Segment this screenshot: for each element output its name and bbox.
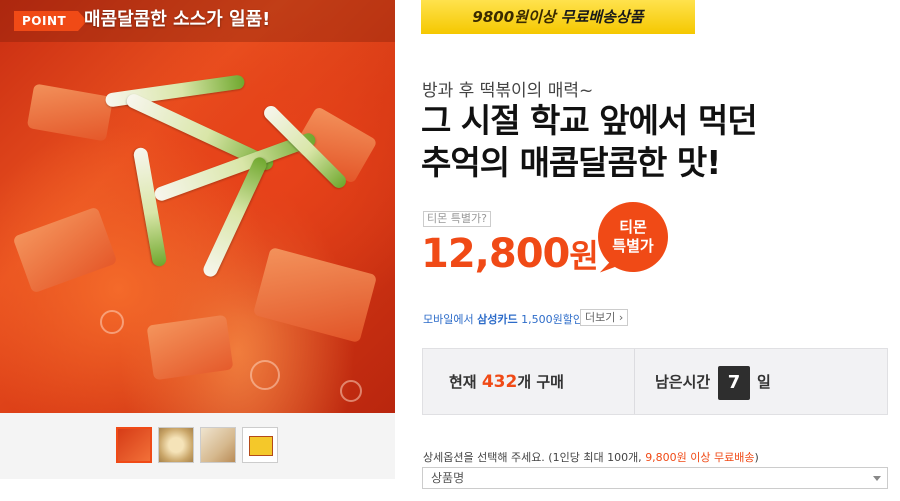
promo-suffix: 1,500원할인! xyxy=(517,313,588,326)
rice-cake-piece xyxy=(146,314,234,381)
deal-status-box: 현재 432개 구매 남은시간 7 일 xyxy=(422,348,888,415)
product-option-select[interactable]: 상품명 xyxy=(422,467,888,489)
promo-card: 삼성카드 xyxy=(477,313,518,326)
price: 12,800원 xyxy=(421,230,599,280)
rice-cake-piece xyxy=(12,206,118,294)
purchase-count-number: 432 xyxy=(481,372,518,392)
remaining-days-unit: 일 xyxy=(757,373,771,391)
special-price-badge: 티몬 특별가 xyxy=(598,202,668,272)
soup-bubble xyxy=(100,310,124,334)
point-text: 매콤달콤한 소스가 일품! xyxy=(84,9,271,30)
status-divider xyxy=(634,349,635,414)
more-button[interactable]: 더보기 › xyxy=(580,309,629,326)
product-title: 그 시절 학교 앞에서 먹던 추억의 매콤달콤한 맛! xyxy=(421,100,758,184)
package-image xyxy=(249,436,273,456)
promo-prefix: 모바일에서 xyxy=(423,313,478,326)
purchase-count-label: 현재 xyxy=(449,373,482,391)
option-note-highlight: 9,800원 이상 무료배송 xyxy=(645,451,755,464)
shipping-banner-prefix: 9800원이상 xyxy=(472,8,561,26)
price-label[interactable]: 티몬 특별가? xyxy=(423,211,491,227)
badge-line-1: 티몬 xyxy=(619,218,647,236)
product-subtitle: 방과 후 떡볶이의 매력~ xyxy=(422,81,594,101)
rice-cake-piece xyxy=(26,83,114,142)
chevron-down-icon xyxy=(873,476,881,481)
rice-cake-piece xyxy=(252,246,378,344)
option-note-suffix: ) xyxy=(754,451,759,464)
option-note-prefix: 상세옵션을 선택해 주세요. (1인당 최대 100개, xyxy=(423,451,646,464)
free-shipping-banner: 9800원이상 무료배송상품 xyxy=(421,0,695,34)
thumbnail-4[interactable] xyxy=(242,427,278,463)
mobile-discount-promo[interactable]: 모바일에서 삼성카드 1,500원할인! xyxy=(423,311,587,327)
thumbnail-2[interactable] xyxy=(158,427,194,463)
product-title-line-2: 추억의 매콤달콤한 맛! xyxy=(421,143,721,182)
price-value: 12,800 xyxy=(421,231,570,277)
badge-line-2: 특별가 xyxy=(612,237,654,255)
shipping-banner-highlight: 무료배송상품 xyxy=(560,8,644,26)
thumbnail-strip xyxy=(0,413,395,479)
point-tag: POINT xyxy=(14,11,88,31)
remaining-time-label: 남은시간 xyxy=(655,373,711,391)
product-title-line-1: 그 시절 학교 앞에서 먹던 xyxy=(421,101,758,140)
thumbnail-1[interactable] xyxy=(116,427,152,463)
option-note: 상세옵션을 선택해 주세요. (1인당 최대 100개, 9,800원 이상 무… xyxy=(423,449,759,465)
price-unit: 원 xyxy=(569,237,598,275)
purchase-count-suffix: 개 구매 xyxy=(517,373,564,391)
select-placeholder: 상품명 xyxy=(431,471,465,485)
green-onion xyxy=(132,146,168,268)
remaining-days: 7 xyxy=(718,366,750,400)
product-main-image: POINT 매콤달콤한 소스가 일품! xyxy=(0,0,395,413)
soup-bubble xyxy=(250,360,280,390)
thumbnail-3[interactable] xyxy=(200,427,236,463)
soup-bubble xyxy=(340,380,362,402)
purchase-count: 현재 432개 구매 xyxy=(449,371,564,392)
